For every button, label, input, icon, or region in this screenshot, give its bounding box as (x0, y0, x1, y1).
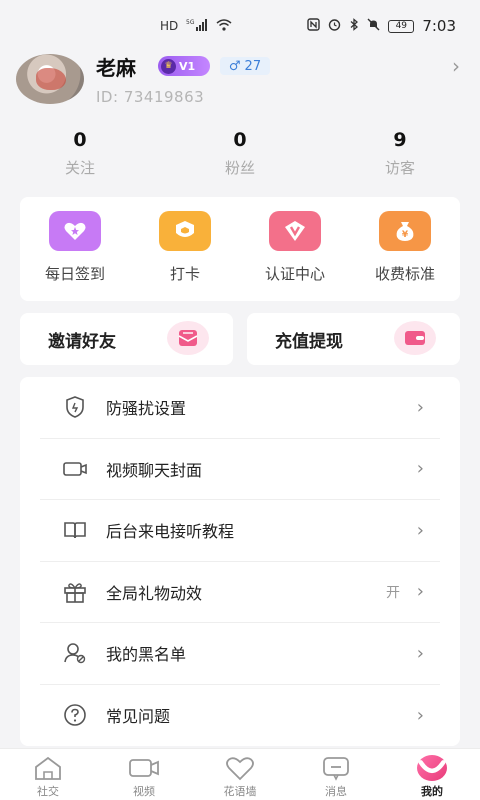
message-icon (323, 757, 349, 781)
money-bag-icon: ¥ (379, 211, 431, 251)
blocked-user-icon (60, 638, 90, 668)
profile-header[interactable]: 老麻 ♛ V1 ♂ 27 ID: 73419863 › (0, 52, 480, 127)
tab-label: 花语墙 (223, 785, 257, 798)
heart-star-icon (49, 211, 101, 251)
envelope-icon (167, 321, 209, 355)
home-icon (35, 756, 61, 780)
row-label: 视频聊天封面 (106, 460, 203, 480)
settings-list: 防骚扰设置 › 视频聊天封面 › 后台来电接听教程 › 全局礼物动效 开 › 我… (20, 377, 460, 746)
row-label: 我的黑名单 (106, 645, 187, 665)
wifi-icon (216, 18, 232, 34)
chevron-right-icon: › (416, 396, 424, 418)
chevron-right-icon: › (416, 642, 424, 664)
tab-label: 视频 (133, 785, 155, 798)
quick-action-label: 打卡 (169, 265, 200, 283)
stat-fans[interactable]: 0 粉丝 (160, 129, 320, 187)
user-id-value: 73419863 (123, 88, 205, 106)
video-camera-icon (60, 454, 90, 484)
me-icon (417, 755, 447, 781)
quick-actions-card: 每日签到 打卡 认证中心 ¥ 收费标准 (20, 197, 460, 301)
stat-following[interactable]: 0 关注 (0, 129, 160, 187)
quick-action-label: 认证中心 (264, 265, 325, 283)
user-id: ID: 73419863 (96, 88, 204, 106)
stat-value: 0 (73, 129, 87, 151)
quick-action-verification[interactable]: 认证中心 (240, 211, 350, 301)
tab-label: 消息 (325, 785, 347, 798)
battery-icon: 49 (388, 19, 415, 33)
mute-bell-icon (367, 18, 380, 34)
video-icon (129, 759, 159, 777)
book-icon (60, 515, 90, 545)
chevron-right-icon: › (416, 519, 424, 541)
wallet-icon (394, 321, 436, 355)
gift-icon (60, 577, 90, 607)
settings-row-blacklist[interactable]: 我的黑名单 › (40, 623, 440, 685)
quick-action-punch-card[interactable]: 打卡 (130, 211, 240, 301)
crown-icon: ♛ (161, 58, 176, 74)
gender-age-badge: ♂ 27 (220, 57, 270, 75)
row-label: 常见问题 (106, 707, 171, 727)
settings-row-call-tutorial[interactable]: 后台来电接听教程 › (40, 500, 440, 562)
stat-label: 关注 (64, 159, 95, 177)
age: 27 (244, 58, 262, 74)
stat-label: 粉丝 (224, 159, 255, 177)
quick-action-pricing[interactable]: ¥ 收费标准 (350, 211, 460, 301)
tab-video[interactable]: 视频 (96, 749, 192, 800)
shield-icon (60, 392, 90, 422)
badge-icon (159, 211, 211, 251)
svg-text:¥: ¥ (402, 230, 409, 240)
stat-value: 9 (393, 129, 407, 151)
tab-me[interactable]: 我的 (384, 749, 480, 800)
signal-icon: 5G (186, 18, 208, 34)
tab-flower-wall[interactable]: 花语墙 (192, 749, 288, 800)
quick-action-daily-checkin[interactable]: 每日签到 (20, 211, 130, 301)
row-label: 后台来电接听教程 (106, 522, 235, 542)
invite-friends-button[interactable]: 邀请好友 (20, 313, 233, 365)
settings-row-gift-effects[interactable]: 全局礼物动效 开 › (40, 562, 440, 623)
stat-value: 0 (233, 129, 247, 151)
vip-badge: ♛ V1 (158, 56, 210, 76)
status-bar: HD 5G 49 7:03 (0, 0, 480, 52)
tab-social[interactable]: 社交 (0, 749, 96, 800)
nickname: 老麻 (96, 56, 136, 80)
alarm-icon (328, 18, 341, 34)
promo-row: 邀请好友 充值提现 (20, 313, 460, 365)
question-icon (60, 700, 90, 730)
bluetooth-icon (349, 18, 359, 34)
verified-v-icon (269, 211, 321, 251)
gift-effects-toggle-value: 开 (386, 584, 400, 601)
stat-visitors[interactable]: 9 访客 (320, 129, 480, 187)
user-id-label: ID: (96, 88, 119, 106)
hd-indicator: HD (160, 19, 179, 33)
heart-icon (226, 757, 254, 781)
recharge-withdraw-label: 充值提现 (275, 331, 343, 352)
tab-label: 我的 (421, 785, 443, 798)
settings-row-video-cover[interactable]: 视频聊天封面 › (40, 439, 440, 500)
male-icon: ♂ (228, 58, 241, 74)
stat-label: 访客 (384, 159, 415, 177)
clock: 7:03 (422, 17, 456, 35)
nfc-icon (307, 18, 321, 34)
chevron-right-icon[interactable]: › (452, 54, 460, 78)
svg-text:5G: 5G (186, 19, 195, 26)
tab-messages[interactable]: 消息 (288, 749, 384, 800)
recharge-withdraw-button[interactable]: 充值提现 (247, 313, 460, 365)
avatar[interactable] (16, 54, 84, 104)
settings-row-anti-harassment[interactable]: 防骚扰设置 › (40, 377, 440, 439)
quick-action-label: 收费标准 (374, 265, 435, 283)
settings-row-faq[interactable]: 常见问题 › (40, 685, 440, 747)
tab-label: 社交 (37, 785, 59, 798)
stats-row: 0 关注 0 粉丝 9 访客 (0, 129, 480, 187)
chevron-right-icon: › (416, 458, 424, 480)
vip-level: V1 (179, 59, 196, 73)
bottom-tab-bar: 社交 视频 花语墙 消息 我的 (0, 748, 480, 800)
invite-friends-label: 邀请好友 (48, 331, 116, 352)
row-label: 全局礼物动效 (106, 583, 203, 603)
chevron-right-icon: › (416, 704, 424, 726)
row-label: 防骚扰设置 (106, 399, 187, 419)
quick-action-label: 每日签到 (44, 265, 105, 283)
chevron-right-icon: › (416, 581, 424, 603)
